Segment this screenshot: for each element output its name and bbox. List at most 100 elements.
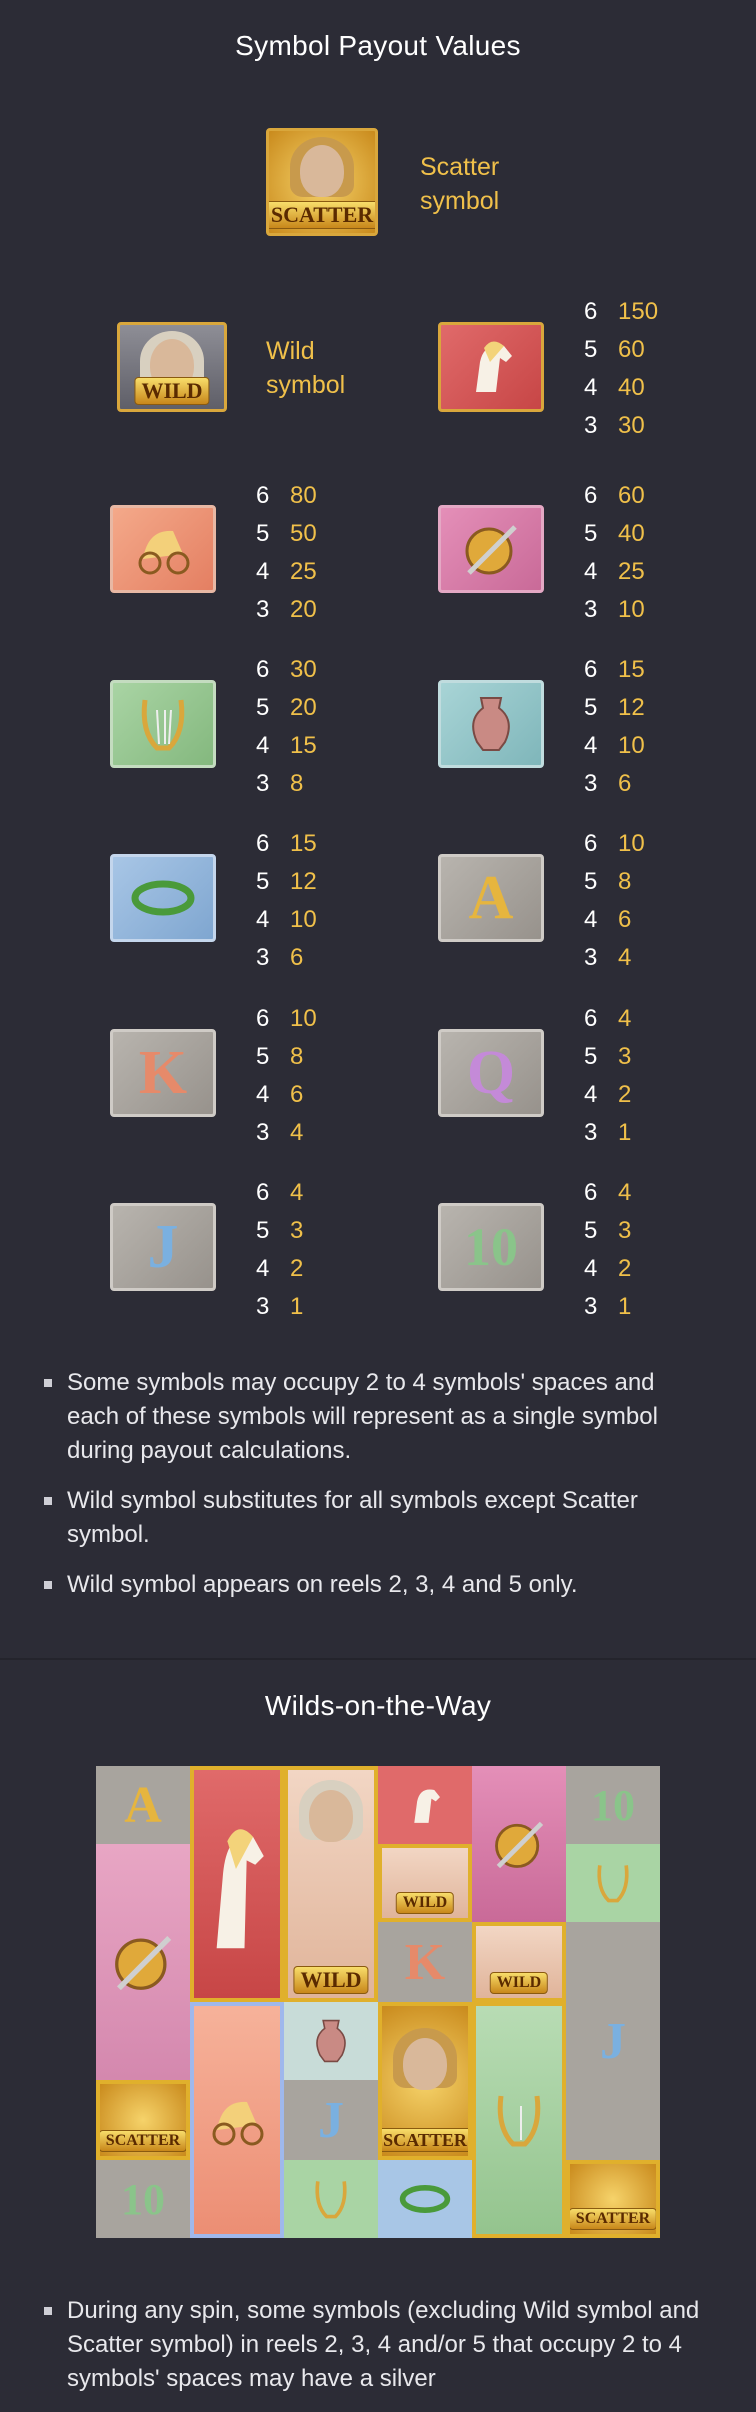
payout-value: 4 — [618, 1005, 632, 1032]
count: 6 — [256, 482, 270, 509]
payout-value: 15 — [290, 830, 317, 857]
face-shape — [309, 1790, 353, 1842]
j-symbol-icon: J — [110, 1203, 216, 1291]
payout-value: 10 — [290, 906, 317, 933]
count: 4 — [256, 1255, 270, 1282]
face-shape — [403, 2038, 447, 2090]
payout-value: 10 — [290, 1005, 317, 1032]
payout-value: 60 — [618, 336, 645, 363]
count: 4 — [256, 732, 270, 759]
ten-paytable: 64 53 42 31 — [584, 1174, 631, 1326]
vase-icon — [316, 2019, 346, 2063]
grid-cell-lyre-small — [566, 1844, 660, 1922]
q-glyph: Q — [466, 1039, 516, 1107]
payout-value: 20 — [290, 694, 317, 721]
count: 3 — [256, 596, 270, 623]
payout-value: 25 — [618, 558, 645, 585]
count: 3 — [256, 1119, 270, 1146]
count: 5 — [256, 520, 270, 547]
payout-value: 40 — [618, 374, 645, 401]
count: 6 — [584, 482, 598, 509]
horse-icon — [414, 1789, 440, 1823]
vase-icon — [472, 697, 510, 751]
count: 6 — [584, 1179, 598, 1206]
chariot-icon — [138, 530, 190, 575]
horse-icon — [216, 1829, 264, 1949]
payout-value: 1 — [618, 1293, 632, 1320]
count: 3 — [584, 596, 598, 623]
grid-cell-scatter-2: SCATTER — [566, 2160, 660, 2238]
a-paytable: 6 10 58 46 34 — [584, 825, 645, 977]
payout-value: 6 — [618, 770, 632, 797]
k-glyph: K — [404, 1933, 446, 1991]
lyre-icon — [315, 2181, 347, 2219]
payout-value: 8 — [290, 1043, 304, 1070]
grid-cell-j-tall: J — [566, 1922, 660, 2160]
count: 6 — [584, 830, 598, 857]
payout-value: 10 — [618, 830, 645, 857]
count: 3 — [584, 1293, 598, 1320]
count: 5 — [584, 1043, 598, 1070]
grid-cell-scatter-tall: SCATTER — [378, 2002, 472, 2160]
lyre-icon — [141, 699, 185, 751]
payout-value: 6 — [618, 906, 632, 933]
count: 5 — [256, 1043, 270, 1070]
j-glyph: J — [600, 2012, 626, 2070]
ten-glyph: 10 — [121, 2174, 165, 2224]
payout-value: 12 — [290, 868, 317, 895]
count: 4 — [584, 732, 598, 759]
grid-cell-horse-tall — [190, 1766, 284, 2002]
wild-label-line2: symbol — [266, 371, 346, 399]
laurel-icon — [399, 2185, 451, 2213]
count: 3 — [256, 1293, 270, 1320]
shield-icon — [465, 525, 517, 575]
wild-badge: WILD — [293, 1966, 369, 1994]
q-paytable: 64 53 42 31 — [584, 1000, 631, 1152]
shield-paytable: 6 60 5 40 4 25 3 10 — [584, 477, 645, 629]
grid-cell-laurel — [378, 2160, 472, 2238]
wilds-on-the-way-example-grid: A SCATTER 10 WILD J WILD K SCATTER WILD … — [96, 1766, 660, 2238]
grid-cell-chariot-tall — [190, 2002, 284, 2238]
count: 4 — [584, 374, 598, 401]
grid-cell-horse — [378, 1766, 472, 1844]
wild-symbol-icon: WILD — [117, 322, 227, 412]
lyre-icon — [497, 2095, 541, 2147]
grid-cell-lyre — [284, 2160, 378, 2238]
payout-value: 3 — [618, 1217, 632, 1244]
count: 5 — [256, 1217, 270, 1244]
grid-cell-scatter: SCATTER — [96, 2080, 190, 2160]
payout-value: 15 — [290, 732, 317, 759]
scatter-label: Scatter symbol — [420, 150, 499, 218]
count: 3 — [584, 1119, 598, 1146]
rules-list: Some symbols may occupy 2 to 4 symbols' … — [40, 1366, 700, 1618]
horse-paytable: 6 150 5 60 4 40 3 30 — [584, 293, 658, 445]
chariot-paytable: 6 80 5 50 4 25 3 20 — [256, 477, 317, 629]
payout-value: 6 — [290, 1081, 304, 1108]
wild-label-line1: Wild — [266, 337, 315, 365]
a-glyph: A — [124, 1776, 162, 1834]
rule-item: Wild symbol appears on reels 2, 3, 4 and… — [40, 1568, 700, 1602]
grid-cell-shield — [472, 1766, 566, 1922]
grid-cell-shield-tall — [96, 1844, 190, 2080]
ten-glyph: 10 — [464, 1217, 518, 1277]
page-title: Symbol Payout Values — [235, 30, 521, 61]
count: 6 — [584, 298, 598, 325]
payout-value: 4 — [290, 1179, 304, 1206]
wild-badge: WILD — [395, 1892, 455, 1914]
count: 5 — [256, 868, 270, 895]
grid-cell-k: K — [378, 1922, 472, 2002]
laurel-icon — [131, 880, 195, 916]
count: 5 — [584, 520, 598, 547]
count: 3 — [584, 944, 598, 971]
wilds-rules-list: During any spin, some symbols (excluding… — [40, 2294, 700, 2412]
ten-glyph: 10 — [591, 1780, 635, 1830]
payout-value: 30 — [290, 656, 317, 683]
scatter-badge: SCATTER — [570, 2208, 656, 2230]
payout-value: 3 — [290, 1217, 304, 1244]
payout-value: 2 — [618, 1255, 632, 1282]
count: 6 — [256, 656, 270, 683]
grid-cell-j: J — [284, 2080, 378, 2160]
grid-cell-10-top: 10 — [566, 1766, 660, 1844]
payout-value: 1 — [290, 1293, 304, 1320]
a-glyph: A — [468, 864, 514, 932]
